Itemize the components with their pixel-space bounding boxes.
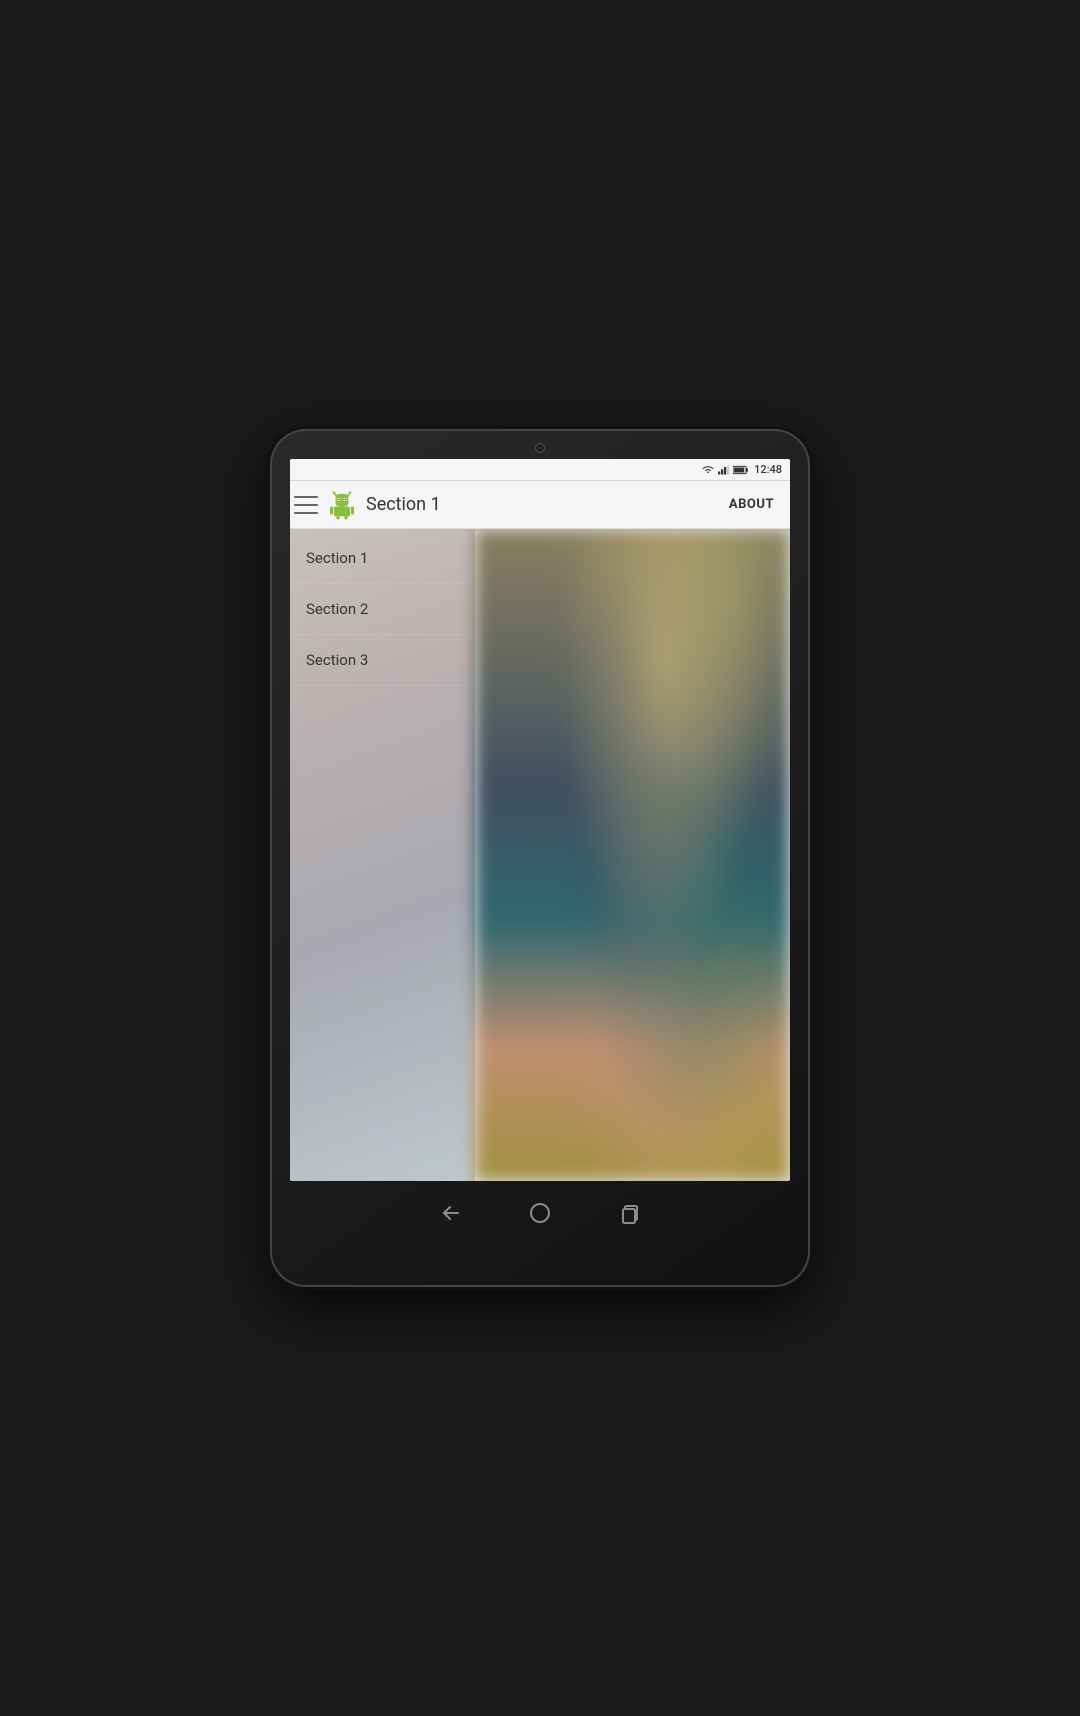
front-camera — [535, 443, 545, 453]
signal-icon — [718, 465, 730, 475]
status-time: 12:48 — [754, 463, 782, 476]
recents-icon — [618, 1201, 642, 1225]
tablet-frame: 12:48 — [270, 429, 810, 1287]
hamburger-line-1 — [294, 496, 318, 498]
nav-panel: Section 1 Section 2 Section 3 — [290, 529, 475, 1181]
hamburger-line-2 — [294, 504, 318, 506]
bottom-nav-bar — [435, 1189, 645, 1237]
hamburger-menu-button[interactable] — [294, 496, 318, 514]
recents-button[interactable] — [615, 1198, 645, 1228]
nav-item-section3[interactable]: Section 3 — [290, 635, 475, 686]
content-panel — [475, 529, 790, 1181]
status-icons: 12:48 — [701, 463, 782, 476]
app-title: Section 1 — [366, 494, 721, 515]
nav-item-section1[interactable]: Section 1 — [290, 533, 475, 584]
status-bar: 12:48 — [290, 459, 790, 481]
app-logo-icon — [326, 489, 358, 521]
main-content: Section 1 Section 2 Section 3 — [290, 529, 790, 1181]
app-bar: Section 1 ABOUT — [290, 481, 790, 529]
back-icon — [438, 1201, 462, 1225]
battery-icon — [733, 465, 749, 475]
back-button[interactable] — [435, 1198, 465, 1228]
nav-item-section2[interactable]: Section 2 — [290, 584, 475, 635]
home-button[interactable] — [525, 1198, 555, 1228]
about-button[interactable]: ABOUT — [721, 493, 782, 516]
screen: 12:48 — [290, 459, 790, 1181]
home-icon — [528, 1201, 552, 1225]
wifi-icon — [701, 464, 715, 475]
hamburger-line-3 — [294, 512, 318, 514]
